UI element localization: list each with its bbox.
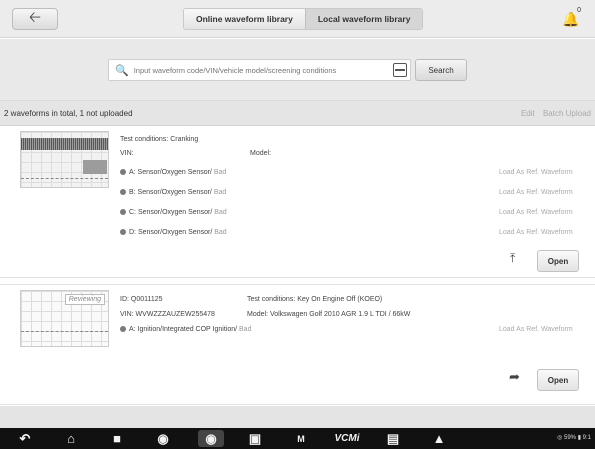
share-icon[interactable]: ➦ xyxy=(509,369,520,385)
open-button[interactable]: Open xyxy=(537,369,579,391)
load-as-ref-waveform-link[interactable]: Load As Ref. Waveform xyxy=(499,189,573,196)
reviewing-badge: Reviewing xyxy=(64,294,105,305)
notification-badge: 0 xyxy=(577,7,581,14)
batch-upload-button[interactable]: Batch Upload xyxy=(543,109,591,118)
load-as-ref-waveform-link[interactable]: Load As Ref. Waveform xyxy=(499,169,573,176)
waveform-id: ID: Q0011125 xyxy=(120,296,163,303)
top-bar: 🡠 Online waveform library Local waveform… xyxy=(0,0,595,38)
upload-icon[interactable]: ⤒ xyxy=(510,251,515,266)
load-as-ref-waveform-link[interactable]: Load As Ref. Waveform xyxy=(499,326,573,333)
edit-button[interactable]: Edit xyxy=(521,109,535,118)
open-button[interactable]: Open xyxy=(537,250,579,272)
shop-icon[interactable]: ▲ xyxy=(428,430,450,447)
home-icon[interactable]: ⌂ xyxy=(60,430,82,447)
arrow-left-icon: 🡠 xyxy=(28,8,42,26)
waveform-card[interactable]: Test conditions: Cranking VIN: Model: A:… xyxy=(0,127,595,278)
maxifix-icon[interactable]: M xyxy=(290,430,312,447)
load-as-ref-waveform-link[interactable]: Load As Ref. Waveform xyxy=(499,209,573,216)
test-conditions: Test conditions: Cranking xyxy=(120,136,199,143)
channel-row: C: Sensor/Oxygen Sensor/ Bad xyxy=(120,209,227,216)
tab-local-waveform-library[interactable]: Local waveform library xyxy=(304,9,423,29)
vcmi-icon[interactable]: VCMi xyxy=(332,430,362,447)
vin: VIN: WVWZZZAUZEW255478 xyxy=(120,311,215,318)
channel-dot-icon xyxy=(120,169,126,175)
search-bar: 🔍 Search xyxy=(0,39,595,101)
scan-icon[interactable] xyxy=(393,63,407,77)
notifications-button[interactable]: 🔔 0 xyxy=(561,7,581,29)
channel-dot-icon xyxy=(120,209,126,215)
channel-row: A: Sensor/Oxygen Sensor/ Bad xyxy=(120,169,226,176)
display-icon[interactable]: ▣ xyxy=(244,430,266,447)
waveform-count: 2 waveforms in total, 1 not uploaded xyxy=(4,109,133,118)
status-indicators: ◎ 59% ▮ 9:1 xyxy=(557,435,591,441)
search-input[interactable] xyxy=(133,65,404,75)
waveform-thumbnail[interactable]: Reviewing xyxy=(20,290,109,347)
recent-apps-icon[interactable]: ■ xyxy=(106,430,128,447)
search-button[interactable]: Search xyxy=(415,59,467,81)
camera-icon[interactable]: ◉ xyxy=(198,430,224,447)
model: Model: xyxy=(250,150,272,157)
test-conditions: Test conditions: Key On Engine Off (KOEO… xyxy=(247,296,383,303)
content-footer xyxy=(0,406,595,428)
waveform-thumbnail[interactable] xyxy=(20,131,109,188)
channel-dot-icon xyxy=(120,326,126,332)
channel-dot-icon xyxy=(120,189,126,195)
library-tabs: Online waveform library Local waveform l… xyxy=(183,8,424,30)
load-as-ref-waveform-link[interactable]: Load As Ref. Waveform xyxy=(499,229,573,236)
back-button[interactable]: 🡠 xyxy=(12,8,58,30)
channel-dot-icon xyxy=(120,229,126,235)
vin: VIN: xyxy=(120,150,134,157)
model: Model: Volkswagen Golf 2010 AGR 1.9 L TD… xyxy=(247,311,411,318)
browser-icon[interactable]: ◉ xyxy=(152,430,174,447)
car-icon[interactable]: ▤ xyxy=(382,430,404,447)
waveform-card[interactable]: Reviewing ID: Q0011125 Test conditions: … xyxy=(0,284,595,405)
back-icon[interactable]: ↶ xyxy=(14,430,36,447)
search-icon: 🔍 xyxy=(115,64,129,77)
tab-online-waveform-library[interactable]: Online waveform library xyxy=(184,9,305,29)
channel-row: D: Sensor/Oxygen Sensor/ Bad xyxy=(120,229,227,236)
summary-row: 2 waveforms in total, 1 not uploaded Edi… xyxy=(0,101,595,126)
channel-row: A: Ignition/Integrated COP Ignition/ Bad xyxy=(120,326,251,333)
channel-row: B: Sensor/Oxygen Sensor/ Bad xyxy=(120,189,226,196)
system-nav-bar: ↶ ⌂ ■ ◉ ◉ ▣ M VCMi ▤ ▲ ◎ 59% ▮ 9:1 xyxy=(0,428,595,449)
search-box[interactable]: 🔍 xyxy=(108,59,411,81)
